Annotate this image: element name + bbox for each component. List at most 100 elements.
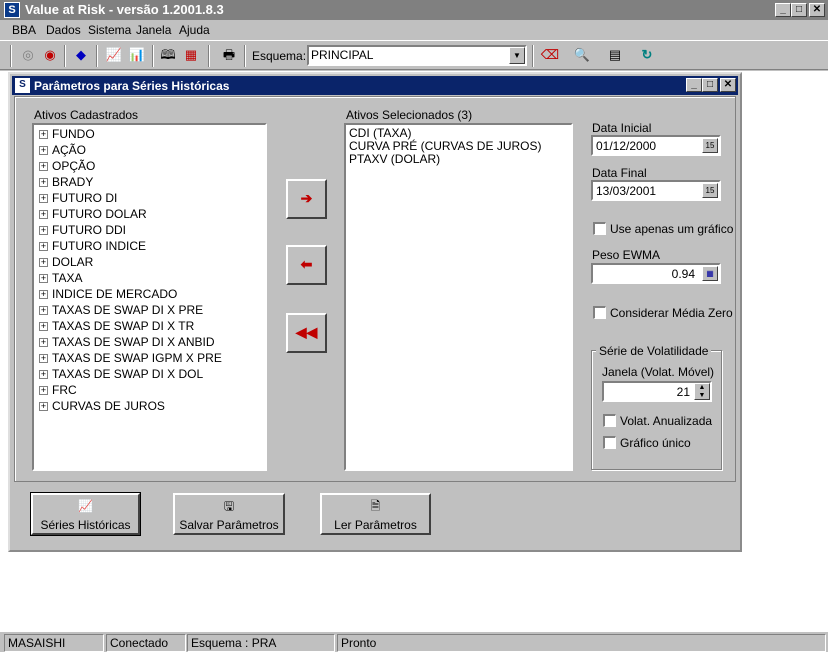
dialog-minimize-button[interactable]: _ (686, 78, 702, 92)
single-chart-checkbox[interactable] (593, 222, 606, 235)
expand-icon[interactable]: + (39, 210, 48, 220)
expand-icon[interactable]: + (39, 162, 48, 172)
refresh-icon[interactable]: ↻ (636, 45, 658, 67)
save-parameters-button[interactable]: 🖫 Salvar Parâmetros (173, 493, 285, 535)
tree-item[interactable]: + FUTURO INDICE (39, 239, 146, 255)
chart-icon[interactable]: 📈 (103, 45, 125, 67)
find-icon[interactable]: 🔍 (571, 45, 593, 67)
schema-select[interactable]: PRINCIPAL ▼ (307, 45, 527, 66)
status-message: Pronto (337, 634, 826, 652)
zero-mean-checkbox[interactable] (593, 306, 606, 319)
maximize-button[interactable]: □ (791, 3, 807, 17)
grid-chart-icon[interactable]: ▦ (180, 45, 202, 67)
expand-icon[interactable]: + (39, 386, 48, 396)
ewma-value: 0.94 (671, 267, 695, 281)
expand-icon[interactable]: + (39, 194, 48, 204)
expand-icon[interactable]: + (39, 370, 48, 380)
expand-icon[interactable]: + (39, 306, 48, 316)
tree-item[interactable]: + FUNDO (39, 127, 95, 143)
toolbar-separator (532, 45, 534, 67)
expand-icon[interactable]: + (39, 354, 48, 364)
minimize-button[interactable]: _ (775, 3, 791, 17)
tree-item[interactable]: + TAXAS DE SWAP DI X TR (39, 319, 194, 335)
expand-icon[interactable]: + (39, 226, 48, 236)
tree-item[interactable]: + TAXAS DE SWAP DI X DOL (39, 367, 203, 383)
list-item[interactable]: CURVA PRÉ (CURVAS DE JUROS) (349, 139, 541, 153)
chevron-down-icon[interactable]: ▼ (509, 47, 525, 64)
dialog-logo-icon[interactable]: S (15, 78, 30, 93)
tree-item[interactable]: + OPÇÃO (39, 159, 95, 175)
schema-value: PRINCIPAL (311, 48, 374, 62)
tree-item[interactable]: + AÇÃO (39, 143, 86, 159)
expand-icon[interactable]: + (39, 274, 48, 284)
expand-icon[interactable]: + (39, 242, 48, 252)
available-assets-tree[interactable]: + FUNDO + AÇÃO + OPÇÃO + BRADY + FUTURO DI + F… (32, 123, 267, 471)
printer-icon[interactable]: 🖶 (218, 45, 240, 67)
app-logo-icon[interactable]: S (4, 2, 20, 18)
load-parameters-button[interactable]: 🗎 Ler Parâmetros (320, 493, 431, 535)
dialog-close-button[interactable]: ✕ (720, 78, 736, 92)
expand-icon[interactable]: + (39, 258, 48, 268)
dialog-maximize-button[interactable]: □ (702, 78, 718, 92)
add-selected-button[interactable]: ➔ (286, 179, 327, 219)
toolbar-separator (10, 45, 12, 67)
expand-icon[interactable]: + (39, 402, 48, 412)
tree-item[interactable]: + TAXA (39, 271, 82, 287)
menu-sistema[interactable]: Sistema (88, 23, 131, 37)
disc-icon[interactable]: ◎ (17, 45, 39, 67)
tree-item[interactable]: + CURVAS DE JUROS (39, 399, 165, 415)
menu-janela[interactable]: Janela (136, 23, 171, 37)
menu-dados[interactable]: Dados (46, 23, 81, 37)
toolbar-separator (64, 45, 66, 67)
tree-item[interactable]: + INDICE DE MERCADO (39, 287, 177, 303)
calendar-icon[interactable]: 15 (702, 138, 718, 153)
list-item[interactable]: CDI (TAXA) (349, 126, 411, 140)
ewma-field[interactable]: 0.94 ▦ (591, 263, 721, 284)
calculator-icon[interactable]: ▦ (702, 266, 718, 281)
historical-series-button[interactable]: 📈 Séries Históricas (30, 492, 141, 536)
expand-icon[interactable]: + (39, 322, 48, 332)
menu-ajuda[interactable]: Ajuda (179, 23, 210, 37)
end-date-field[interactable]: 13/03/2001 15 (591, 180, 721, 201)
selected-assets-list[interactable]: CDI (TAXA) CURVA PRÉ (CURVAS DE JUROS) P… (344, 123, 573, 471)
expand-icon[interactable]: + (39, 130, 48, 140)
app-title: Value at Risk - versão 1.2001.8.3 (25, 2, 224, 17)
expand-icon[interactable]: + (39, 338, 48, 348)
target-icon[interactable]: ◉ (39, 45, 61, 67)
start-date-field[interactable]: 01/12/2000 15 (591, 135, 721, 156)
window-spinner[interactable]: 21 ▲ ▼ (602, 381, 712, 402)
expand-icon[interactable]: + (39, 178, 48, 188)
tree-item[interactable]: + BRADY (39, 175, 93, 191)
remove-all-button[interactable]: ◀◀ (286, 313, 327, 353)
calendar-icon[interactable]: 15 (702, 183, 718, 198)
tree-item[interactable]: + DOLAR (39, 255, 93, 271)
close-button[interactable]: ✕ (809, 3, 825, 17)
expand-icon[interactable]: + (39, 146, 48, 156)
book-icon[interactable]: 🕮 (157, 45, 179, 67)
menubar: BBA Dados Sistema Janela Ajuda (0, 20, 828, 40)
tree-item[interactable]: + FUTURO DI (39, 191, 117, 207)
end-date-label: Data Final (592, 166, 647, 180)
spinner-icon[interactable]: ▲ ▼ (694, 383, 710, 400)
zero-mean-label: Considerar Média Zero (610, 306, 733, 320)
window-value: 21 (676, 385, 690, 399)
expand-icon[interactable]: + (39, 290, 48, 300)
tree-item[interactable]: + FUTURO DDI (39, 223, 126, 239)
toolbar-separator (96, 45, 98, 67)
tree-item[interactable]: + FUTURO DOLAR (39, 207, 147, 223)
annualized-checkbox[interactable] (603, 414, 616, 427)
tree-item[interactable]: + TAXAS DE SWAP DI X ANBID (39, 335, 215, 351)
ewma-label: Peso EWMA (592, 248, 661, 262)
diamond-icon[interactable]: ◆ (70, 45, 92, 67)
remove-selected-button[interactable]: ⬅ (286, 245, 327, 285)
tree-item[interactable]: + FRC (39, 383, 77, 399)
volatility-group-title: Série de Volatilidade (596, 344, 712, 358)
single-graph-checkbox[interactable] (603, 436, 616, 449)
list-item[interactable]: PTAXV (DOLAR) (349, 152, 440, 166)
menu-bba[interactable]: BBA (12, 23, 36, 37)
tree-item[interactable]: + TAXAS DE SWAP IGPM X PRE (39, 351, 222, 367)
chart-alt-icon[interactable]: 📊 (126, 45, 148, 67)
tree-item[interactable]: + TAXAS DE SWAP DI X PRE (39, 303, 203, 319)
eraser-icon[interactable]: ⌫ (539, 45, 561, 67)
calculator-icon[interactable]: ▤ (604, 45, 626, 67)
